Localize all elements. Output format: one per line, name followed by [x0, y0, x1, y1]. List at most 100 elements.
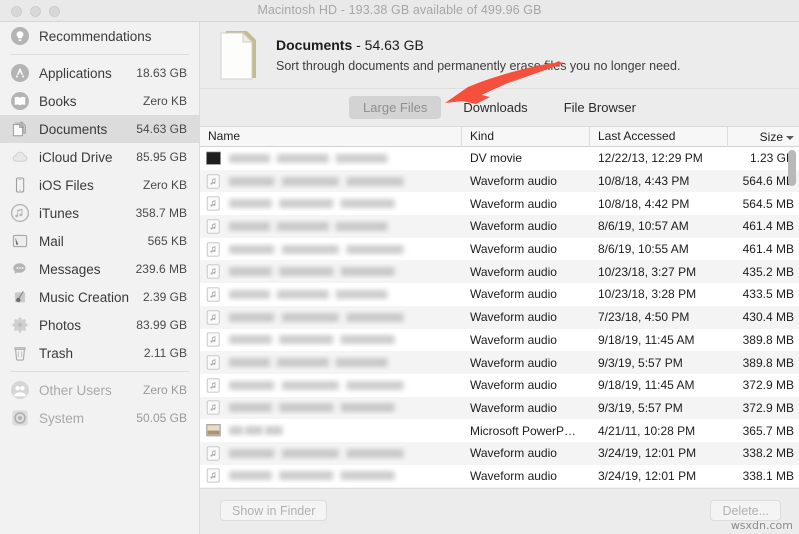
show-in-finder-button[interactable]: Show in Finder: [220, 500, 328, 521]
table-row[interactable]: Waveform audio 8/6/19, 10:57 AM 461.4 MB: [200, 215, 799, 238]
cell-kind: Waveform audio: [470, 310, 557, 325]
file-name-redacted: [229, 358, 407, 368]
sidebar-item-recommendations[interactable]: Recommendations: [0, 22, 199, 50]
sidebar-item-documents[interactable]: Documents 54.63 GB: [0, 115, 199, 143]
table-row[interactable]: Waveform audio 3/24/19, 12:01 PM 338.2 MB: [200, 441, 799, 465]
cell-kind: Waveform audio: [470, 242, 557, 257]
sidebar-item-size: 239.6 MB: [135, 262, 187, 276]
garageband-icon: [10, 287, 30, 307]
table-row[interactable]: Waveform audio 9/18/19, 11:45 AM 389.8 MB: [200, 329, 799, 352]
cell-kind: Waveform audio: [470, 219, 557, 234]
audio-file-icon: [206, 378, 221, 393]
file-name-redacted: [229, 312, 425, 322]
table-row[interactable]: Waveform audio 3/24/19, 12:01 PM 338.1 MB: [200, 465, 799, 488]
sidebar-item-icloud-drive[interactable]: iCloud Drive 85.95 GB: [0, 143, 199, 171]
table-row[interactable]: Waveform audio 10/23/18, 3:28 PM 433.5 MB: [200, 283, 799, 306]
table-row[interactable]: Microsoft PowerP… 4/21/11, 10:28 PM 365.7 …: [200, 419, 799, 442]
column-header-size[interactable]: Size: [728, 126, 799, 147]
file-name-redacted: [229, 221, 407, 231]
chevron-down-icon: [786, 135, 794, 140]
sidebar[interactable]: Recommendations Applications 18.63 GB Books…: [0, 22, 200, 534]
sidebar-item-label: Other Users: [39, 382, 112, 398]
table-row[interactable]: Waveform audio 7/23/18, 4:50 PM 430.4 MB: [200, 305, 799, 329]
cell-name: [200, 241, 462, 257]
watermark: wsxdn.com: [730, 519, 793, 532]
cell-kind: Waveform audio: [470, 196, 557, 211]
audio-file-icon: [206, 355, 221, 370]
table-row[interactable]: Waveform audio 10/23/18, 3:27 PM 435.2 MB: [200, 260, 799, 284]
file-list[interactable]: DV movie 12/22/13, 12:29 PM 1.23 GB Wavefor…: [200, 147, 799, 492]
speech-bubble-icon: [10, 259, 30, 279]
cell-last-accessed: 9/18/19, 11:45 AM: [598, 332, 695, 347]
sidebar-item-size: Zero KB: [142, 383, 187, 397]
sidebar-item-ios-files[interactable]: iOS Files Zero KB: [0, 171, 199, 199]
column-header-name[interactable]: Name: [200, 126, 462, 147]
sidebar-item-label: Applications: [39, 65, 112, 81]
category-description: Sort through documents and permanently e…: [276, 59, 681, 74]
sidebar-item-size: 565 KB: [147, 234, 187, 248]
app-store-icon: [10, 63, 30, 83]
column-header-last-accessed[interactable]: Last Accessed: [590, 126, 728, 147]
file-name-redacted: [229, 403, 415, 413]
table-row[interactable]: Waveform audio 9/3/19, 5:57 PM 372.9 MB: [200, 396, 799, 420]
audio-file-icon: [206, 310, 221, 325]
sidebar-item-books[interactable]: Books Zero KB: [0, 87, 199, 115]
trash-icon: [10, 343, 30, 363]
table-row[interactable]: Waveform audio 8/6/19, 10:55 AM 461.4 MB: [200, 238, 799, 261]
sidebar-item-size: Zero KB: [142, 178, 187, 192]
cell-last-accessed: 10/8/18, 4:43 PM: [598, 174, 690, 189]
document-file-icon: [216, 28, 262, 82]
cell-kind: Waveform audio: [470, 400, 557, 415]
cell-name: [200, 287, 462, 302]
sidebar-item-itunes[interactable]: iTunes 358.7 MB: [0, 199, 199, 227]
sidebar-item-messages[interactable]: Messages 239.6 MB: [0, 255, 199, 283]
sidebar-item-size: 358.7 MB: [135, 206, 187, 220]
sidebar-item-photos[interactable]: Photos 83.99 GB: [0, 311, 199, 339]
sidebar-item-size: 2.39 GB: [142, 290, 187, 304]
audio-file-icon: [206, 446, 221, 461]
sidebar-item-label: Books: [39, 93, 77, 109]
audio-file-icon: [206, 287, 221, 302]
storage-management-window: Macintosh HD - 193.38 GB available of 49…: [0, 0, 799, 534]
cell-kind: DV movie: [470, 151, 523, 166]
sidebar-item-system[interactable]: System 50.05 GB: [0, 404, 199, 432]
sidebar-item-other-users[interactable]: Other Users Zero KB: [0, 376, 199, 404]
audio-file-icon: [206, 468, 221, 484]
category-name: Documents: [276, 36, 353, 53]
scrollbar-thumb[interactable]: [788, 150, 796, 186]
file-name-redacted: [229, 153, 407, 163]
column-header-kind[interactable]: Kind: [462, 126, 590, 147]
file-name-redacted: [229, 289, 407, 299]
sidebar-item-size: 54.63 GB: [136, 122, 187, 136]
tab-file-browser[interactable]: File Browser: [550, 96, 650, 119]
cell-kind: Waveform audio: [470, 332, 557, 347]
sidebar-item-mail[interactable]: Mail 565 KB: [0, 227, 199, 255]
sidebar-item-label: Trash: [39, 345, 74, 361]
window-titlebar: Macintosh HD - 193.38 GB available of 49…: [0, 0, 799, 22]
photos-icon: [10, 315, 30, 335]
cell-name: [200, 151, 462, 166]
cell-kind: Waveform audio: [470, 446, 557, 461]
sidebar-item-size: 83.99 GB: [136, 318, 187, 332]
sidebar-item-label: System: [39, 410, 85, 426]
sidebar-divider: [10, 54, 189, 55]
sidebar-item-applications[interactable]: Applications 18.63 GB: [0, 59, 199, 87]
sidebar-item-label: Music Creation: [39, 289, 130, 305]
lightbulb-icon: [10, 26, 30, 46]
delete-button[interactable]: Delete...: [710, 500, 781, 521]
sidebar-item-size: Zero KB: [142, 94, 187, 108]
footer-bar: Show in Finder Delete... wsxdn.com: [200, 488, 799, 534]
table-row[interactable]: DV movie 12/22/13, 12:29 PM 1.23 GB: [200, 147, 799, 170]
vertical-scrollbar[interactable]: [788, 148, 797, 491]
table-row[interactable]: Waveform audio 9/3/19, 5:57 PM 389.8 MB: [200, 351, 799, 374]
tab-downloads[interactable]: Downloads: [449, 96, 541, 119]
tab-large-files[interactable]: Large Files: [349, 96, 442, 119]
table-row[interactable]: Waveform audio 10/8/18, 4:42 PM 564.5 MB: [200, 192, 799, 215]
cell-kind: Waveform audio: [470, 287, 557, 302]
cell-last-accessed: 9/3/19, 5:57 PM: [598, 400, 683, 415]
audio-file-icon: [206, 241, 221, 257]
sidebar-item-trash[interactable]: Trash 2.11 GB: [0, 339, 199, 367]
table-row[interactable]: Waveform audio 10/8/18, 4:43 PM 564.6 MB: [200, 169, 799, 193]
sidebar-item-music-creation[interactable]: Music Creation 2.39 GB: [0, 283, 199, 311]
table-row[interactable]: Waveform audio 9/18/19, 11:45 AM 372.9 MB: [200, 374, 799, 397]
